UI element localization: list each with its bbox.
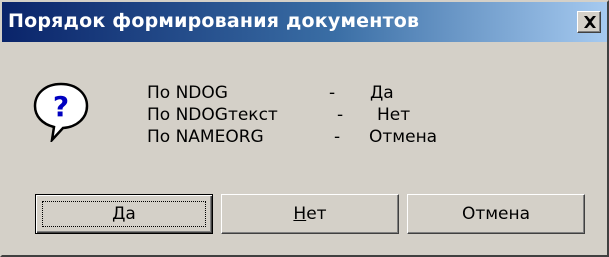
message-dash: -	[329, 83, 336, 103]
yes-button[interactable]: Да	[35, 194, 213, 234]
window-title: Порядок формирования документов	[8, 10, 420, 32]
message-value: Да	[370, 83, 394, 103]
no-button[interactable]: Нет	[221, 194, 399, 234]
close-icon	[584, 16, 596, 28]
message-key: По NDOGтекст	[147, 105, 278, 125]
yes-button-label: Да	[112, 204, 136, 224]
svg-text:?: ?	[53, 90, 69, 123]
message-dialog: Порядок формирования документов ? По NDO…	[0, 0, 609, 257]
title-bar[interactable]: Порядок формирования документов	[2, 2, 607, 42]
message-key: По NDOG	[147, 83, 228, 103]
message-dash: -	[337, 105, 344, 125]
message-value: Отмена	[369, 127, 438, 147]
message-dash: -	[334, 127, 341, 147]
message-key: По NAMEORG	[147, 127, 264, 147]
cancel-button[interactable]: Отмена	[407, 194, 585, 234]
close-button[interactable]	[577, 11, 601, 33]
message-value: Нет	[377, 105, 411, 125]
cancel-button-label: Отмена	[461, 204, 531, 224]
no-button-label: Нет	[293, 204, 327, 224]
question-icon: ?	[32, 80, 90, 146]
